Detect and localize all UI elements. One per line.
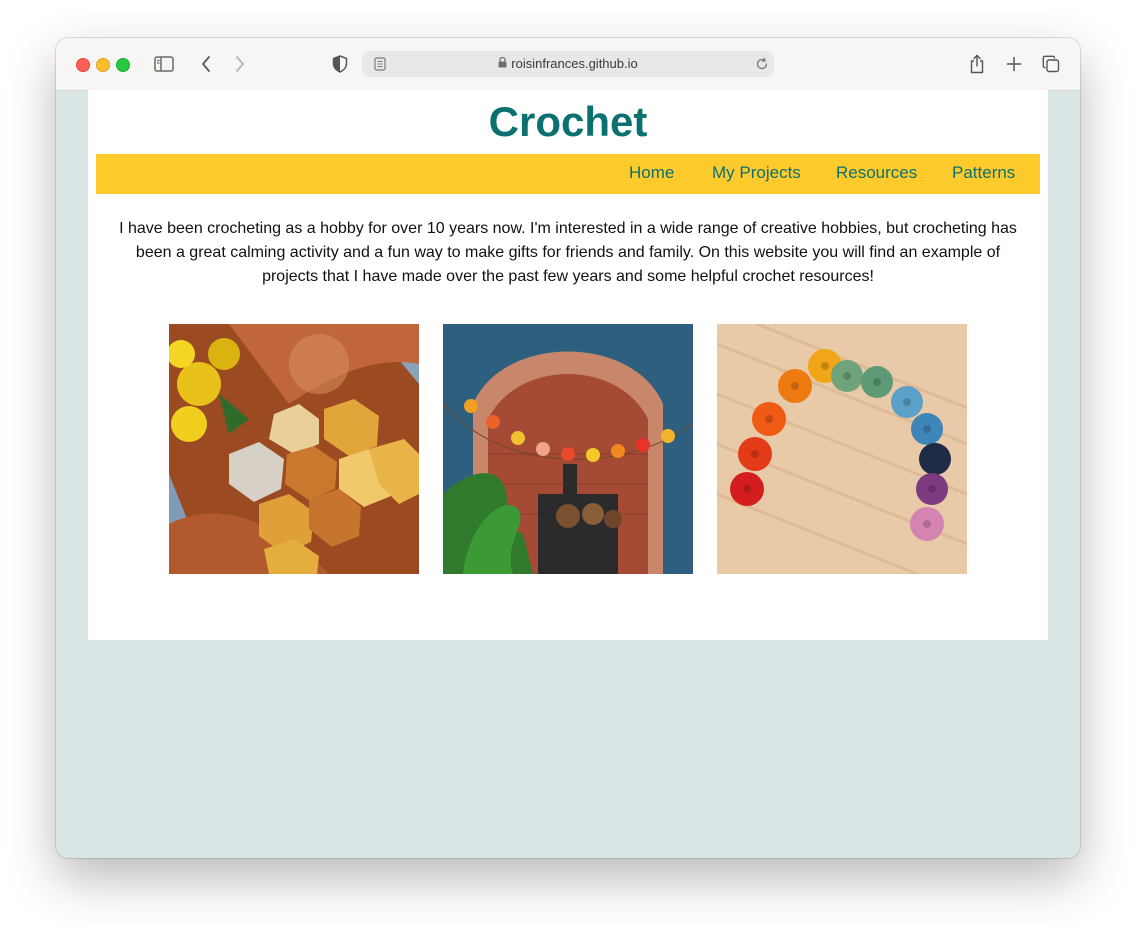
browser-window: roisinfrances.github.io Crochet Home My … [56, 38, 1080, 858]
nav-link-resources[interactable]: Resources [836, 154, 917, 194]
share-icon[interactable] [965, 52, 989, 76]
photo-rainbow-flowers [717, 324, 967, 574]
new-tab-plus-icon[interactable] [1002, 52, 1026, 76]
intro-paragraph: I have been crocheting as a hobby for ov… [119, 220, 1017, 285]
tab-overview-icon[interactable] [1039, 52, 1063, 76]
page-content: Crochet Home My Projects Resources Patte… [88, 90, 1048, 640]
url-text: roisinfrances.github.io [511, 56, 638, 71]
photo-flower-garland-fireplace [443, 324, 693, 574]
zoom-window-button[interactable] [116, 58, 130, 72]
nav-link-home[interactable]: Home [629, 154, 674, 194]
url-display[interactable]: roisinfrances.github.io [362, 51, 774, 77]
close-window-button[interactable] [76, 58, 90, 72]
main-nav: Home My Projects Resources Patterns [96, 154, 1040, 194]
privacy-shield-icon[interactable] [328, 52, 352, 76]
sidebar-toggle-icon[interactable] [152, 52, 176, 76]
site-title: Crochet [488, 98, 648, 145]
reload-icon[interactable] [750, 52, 774, 76]
nav-link-my-projects[interactable]: My Projects [712, 154, 801, 194]
forward-arrow-icon[interactable] [228, 52, 252, 76]
back-arrow-icon[interactable] [194, 52, 218, 76]
address-bar[interactable]: roisinfrances.github.io [362, 51, 774, 77]
browser-toolbar: roisinfrances.github.io [56, 38, 1080, 91]
photo-hexagon-coasters [169, 324, 419, 574]
lock-icon [498, 51, 507, 77]
nav-link-patterns[interactable]: Patterns [952, 154, 1015, 194]
minimize-window-button[interactable] [96, 58, 110, 72]
